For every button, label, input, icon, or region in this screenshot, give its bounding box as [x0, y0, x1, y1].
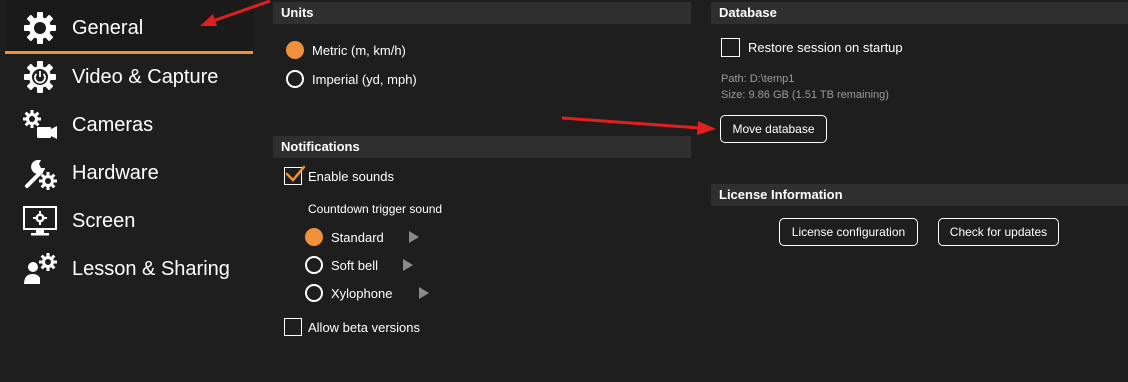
enable-sounds-label: Enable sounds [308, 168, 395, 184]
monitor-gear-icon [20, 201, 60, 241]
license-section-header: License Information [711, 184, 1128, 206]
units-section-header: Units [273, 2, 691, 24]
radio-indicator [286, 70, 304, 88]
sidebar-item-general[interactable]: General [0, 5, 260, 51]
restore-session-checkbox[interactable]: Restore session on startup [721, 38, 903, 57]
database-section-header: Database [711, 2, 1128, 24]
countdown-trigger-label: Countdown trigger sound [308, 202, 443, 216]
units-imperial-label: Imperial (yd, mph) [312, 71, 417, 87]
sidebar-item-label: Video & Capture [72, 65, 219, 88]
play-icon[interactable] [419, 287, 429, 299]
sidebar-item-label: Lesson & Sharing [72, 257, 230, 280]
radio-indicator [305, 256, 323, 274]
sound-xylophone-label: Xylophone [331, 285, 393, 301]
sound-standard-radio[interactable]: Standard [305, 228, 419, 246]
units-metric-radio[interactable]: Metric (m, km/h) [286, 41, 406, 59]
sidebar-item-label: Cameras [72, 113, 154, 136]
sidebar-item-hardware[interactable]: Hardware [0, 150, 260, 196]
sidebar-item-lesson-sharing[interactable]: Lesson & Sharing [0, 246, 260, 292]
sidebar-item-label: General [72, 16, 144, 39]
allow-beta-checkbox[interactable]: Allow beta versions [284, 318, 420, 336]
play-icon[interactable] [403, 259, 413, 271]
people-gear-icon [20, 249, 60, 289]
radio-indicator [305, 284, 323, 302]
database-path-text: Path: D:\temp1 [721, 73, 795, 85]
sidebar-item-cameras[interactable]: Cameras [0, 102, 260, 148]
checkbox-box [721, 38, 740, 57]
sidebar: General Video & Capture Cameras Hardware… [0, 0, 260, 382]
play-icon[interactable] [409, 231, 419, 243]
checkmark-icon [285, 165, 306, 182]
sidebar-item-screen[interactable]: Screen [0, 198, 260, 244]
move-database-button[interactable]: Move database [720, 115, 827, 143]
units-metric-label: Metric (m, km/h) [312, 42, 406, 58]
radio-indicator [305, 228, 323, 246]
units-imperial-radio[interactable]: Imperial (yd, mph) [286, 70, 417, 88]
notifications-section-header: Notifications [273, 136, 691, 158]
sound-standard-label: Standard [331, 229, 384, 245]
sidebar-item-label: Hardware [72, 161, 159, 184]
enable-sounds-checkbox[interactable]: Enable sounds [284, 165, 395, 185]
sound-xylophone-radio[interactable]: Xylophone [305, 284, 429, 302]
sound-soft-bell-radio[interactable]: Soft bell [305, 256, 413, 274]
check-for-updates-button[interactable]: Check for updates [938, 218, 1059, 246]
license-configuration-button[interactable]: License configuration [779, 218, 918, 246]
sidebar-item-video-capture[interactable]: Video & Capture [0, 54, 260, 100]
checkbox-box [284, 318, 302, 336]
wrench-gear-icon [20, 153, 60, 193]
sidebar-item-label: Screen [72, 209, 136, 232]
gear-power-icon [20, 57, 60, 97]
gear-icon [20, 8, 60, 48]
gear-camera-icon [20, 105, 60, 145]
sound-soft-bell-label: Soft bell [331, 257, 378, 273]
radio-indicator [286, 41, 304, 59]
annotation-arrow-icon [561, 116, 716, 135]
database-size-text: Size: 9.86 GB (1.51 TB remaining) [721, 89, 889, 101]
restore-session-label: Restore session on startup [748, 40, 903, 55]
allow-beta-label: Allow beta versions [308, 319, 420, 335]
checkbox-box [284, 165, 306, 185]
